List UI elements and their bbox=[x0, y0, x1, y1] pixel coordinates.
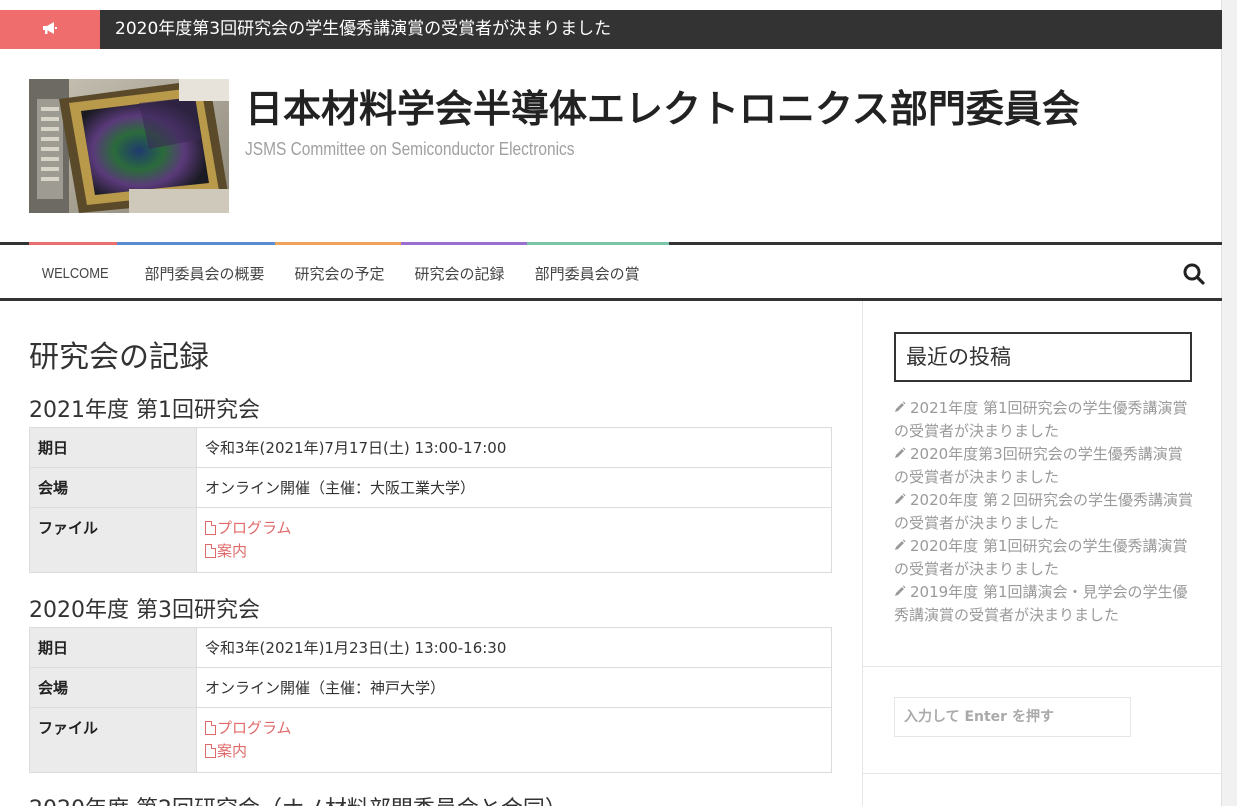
nav-item-welcome[interactable]: WELCOME bbox=[29, 265, 115, 282]
pencil-icon bbox=[895, 493, 906, 504]
search-toggle-button[interactable] bbox=[1182, 262, 1206, 286]
news-ticker: 2020年度第3回研究会の学生優秀講演賞の受賞者が決まりました bbox=[0, 10, 1222, 49]
event-title: 2021年度 第1回研究会 bbox=[29, 398, 260, 423]
search-icon bbox=[1182, 263, 1206, 290]
pencil-icon bbox=[895, 539, 906, 550]
nav-menu: WELCOME 部門委員会の概要 研究会の予定 研究会の記録 部門委員会の賞 bbox=[29, 245, 655, 301]
files-label: ファイル bbox=[29, 707, 197, 773]
recent-post-link[interactable]: 2020年度 第1回研究会の学生優秀講演賞の受賞者が決まりました bbox=[894, 535, 1194, 581]
file-link-label: プログラム bbox=[217, 719, 292, 737]
pencil-icon bbox=[895, 401, 906, 412]
nav-item-records[interactable]: 研究会の記録 bbox=[400, 263, 520, 284]
search-input[interactable]: 入力して Enter を押す bbox=[894, 697, 1131, 737]
event-table: 期日 令和3年(2021年)1月23日(土) 13:00-16:30 会場 オン… bbox=[29, 627, 832, 773]
files-cell: プログラム 案内 bbox=[196, 507, 832, 573]
guide-file-link[interactable]: 案内 bbox=[205, 740, 823, 763]
venue-value: オンライン開催（主催：神戸大学） bbox=[196, 667, 832, 708]
sidebar: 最近の投稿 2021年度 第1回研究会の学生優秀講演賞の受賞者が決まりました 2… bbox=[862, 301, 1223, 806]
site-description: JSMS Committee on Semiconductor Electron… bbox=[245, 139, 575, 159]
file-link-label: プログラム bbox=[217, 519, 292, 537]
program-file-link[interactable]: プログラム bbox=[205, 517, 823, 540]
venue-value: オンライン開催（主催：大阪工業大学） bbox=[196, 467, 832, 508]
venue-label: 会場 bbox=[29, 667, 197, 708]
guide-file-link[interactable]: 案内 bbox=[205, 540, 823, 563]
date-value: 令和3年(2021年)7月17日(土) 13:00-17:00 bbox=[196, 427, 832, 468]
recent-post-link[interactable]: 2019年度 第1回講演会・見学会の学生優秀講演賞の受賞者が決まりました bbox=[894, 581, 1194, 627]
scrollbar[interactable] bbox=[1222, 0, 1237, 806]
event-table: 期日 令和3年(2021年)7月17日(土) 13:00-17:00 会場 オン… bbox=[29, 427, 832, 573]
nav-item-overview[interactable]: 部門委員会の概要 bbox=[130, 263, 280, 284]
recent-posts-list: 2021年度 第1回研究会の学生優秀講演賞の受賞者が決まりました 2020年度第… bbox=[894, 397, 1194, 627]
recent-post-label: 2019年度 第1回講演会・見学会の学生優秀講演賞の受賞者が決まりました bbox=[894, 583, 1188, 624]
venue-label: 会場 bbox=[29, 467, 197, 508]
event-title: 2020年度 第3回研究会 bbox=[29, 598, 260, 623]
file-icon bbox=[205, 744, 216, 758]
nav-item-schedule[interactable]: 研究会の予定 bbox=[280, 263, 400, 284]
widget-divider bbox=[863, 666, 1223, 667]
recent-post-label: 2020年度第3回研究会の学生優秀講演賞の受賞者が決まりました bbox=[894, 445, 1183, 486]
files-label: ファイル bbox=[29, 507, 197, 573]
date-label: 期日 bbox=[29, 627, 197, 668]
file-link-label: 案内 bbox=[217, 742, 248, 760]
nav-item-awards[interactable]: 部門委員会の賞 bbox=[520, 263, 655, 284]
file-icon bbox=[205, 544, 216, 558]
files-cell: プログラム 案内 bbox=[196, 707, 832, 773]
date-value: 令和3年(2021年)1月23日(土) 13:00-16:30 bbox=[196, 627, 832, 668]
event-title: 2020年度 第2回研究会（ナノ材料部門委員会と合同） bbox=[29, 791, 567, 806]
recent-post-label: 2020年度 第２回研究会の学生優秀講演賞の受賞者が決まりました bbox=[894, 491, 1193, 532]
ticker-badge bbox=[0, 10, 100, 49]
program-file-link[interactable]: プログラム bbox=[205, 717, 823, 740]
recent-post-link[interactable]: 2020年度第3回研究会の学生優秀講演賞の受賞者が決まりました bbox=[894, 443, 1194, 489]
file-icon bbox=[205, 521, 216, 535]
recent-post-link[interactable]: 2021年度 第1回研究会の学生優秀講演賞の受賞者が決まりました bbox=[894, 397, 1194, 443]
pencil-icon bbox=[895, 585, 906, 596]
page-title: 研究会の記録 bbox=[29, 340, 209, 375]
megaphone-icon bbox=[42, 20, 58, 39]
main-navigation: WELCOME 部門委員会の概要 研究会の予定 研究会の記録 部門委員会の賞 bbox=[0, 242, 1222, 301]
recent-post-label: 2021年度 第1回研究会の学生優秀講演賞の受賞者が決まりました bbox=[894, 399, 1188, 440]
widget-divider bbox=[863, 773, 1223, 774]
recent-post-label: 2020年度 第1回研究会の学生優秀講演賞の受賞者が決まりました bbox=[894, 537, 1188, 578]
recent-post-link[interactable]: 2020年度 第２回研究会の学生優秀講演賞の受賞者が決まりました bbox=[894, 489, 1194, 535]
file-icon bbox=[205, 721, 216, 735]
site-title-link[interactable]: 日本材料学会半導体エレクトロニクス部門委員会 bbox=[245, 78, 1080, 133]
date-label: 期日 bbox=[29, 427, 197, 468]
file-link-label: 案内 bbox=[217, 542, 248, 560]
ticker-headline-link[interactable]: 2020年度第3回研究会の学生優秀講演賞の受賞者が決まりました bbox=[115, 10, 611, 49]
recent-posts-title: 最近の投稿 bbox=[894, 332, 1192, 382]
pencil-icon bbox=[895, 447, 906, 458]
site-logo-image[interactable] bbox=[29, 79, 229, 213]
page: 2020年度第3回研究会の学生優秀講演賞の受賞者が決まりました 日本材料学会半導… bbox=[0, 0, 1223, 806]
